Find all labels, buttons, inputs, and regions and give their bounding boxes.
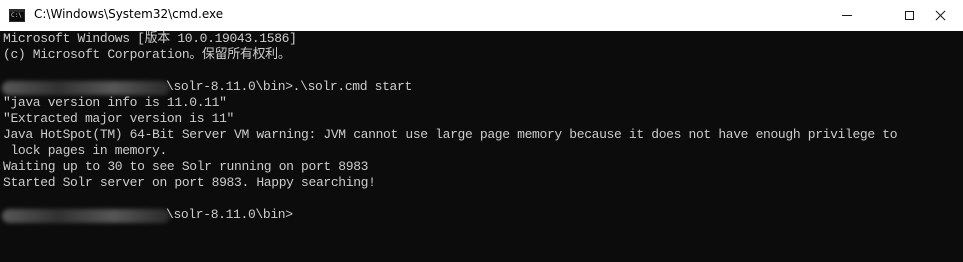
window-title: C:\Windows\System32\cmd.exe bbox=[34, 7, 224, 21]
minimize-button[interactable] bbox=[824, 0, 870, 31]
console-line: "java version info is 11.0.11" bbox=[3, 95, 227, 110]
console-line: \solr-8.11.0\bin>.\solr.cmd start bbox=[166, 79, 412, 94]
close-icon bbox=[935, 10, 946, 21]
console-line: Waiting up to 30 to see Solr running on … bbox=[3, 159, 369, 174]
title-bar[interactable]: C:\ C:\Windows\System32\cmd.exe bbox=[0, 0, 963, 31]
redacted-path bbox=[2, 209, 170, 223]
redacted-path bbox=[2, 81, 170, 95]
minimize-icon bbox=[842, 15, 852, 16]
console-line: "Extracted major version is 11" bbox=[3, 111, 234, 126]
maximize-icon bbox=[904, 11, 914, 20]
close-button[interactable] bbox=[917, 0, 963, 31]
console-line: Microsoft Windows [版本 10.0.19043.1586] bbox=[3, 31, 297, 46]
console-line: \solr-8.11.0\bin> bbox=[166, 207, 293, 222]
cmd-window: C:\ C:\Windows\System32\cmd.exe Microsof… bbox=[0, 0, 963, 262]
console-line: lock pages in memory. bbox=[3, 143, 167, 158]
cmd-icon[interactable]: C:\ bbox=[9, 9, 25, 22]
cmd-icon-text: C:\ bbox=[11, 12, 22, 19]
console-line: Started Solr server on port 8983. Happy … bbox=[3, 175, 376, 190]
console-line: Java HotSpot(TM) 64-Bit Server VM warnin… bbox=[3, 127, 898, 142]
console-output[interactable]: Microsoft Windows [版本 10.0.19043.1586] (… bbox=[0, 31, 963, 262]
console-line: (c) Microsoft Corporation。保留所有权利。 bbox=[3, 47, 291, 62]
